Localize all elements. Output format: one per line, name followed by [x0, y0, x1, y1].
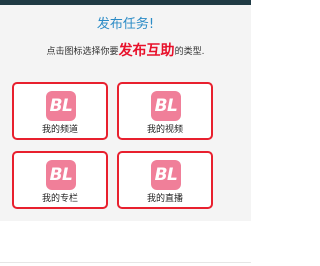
option-label: 我的直播: [146, 194, 183, 204]
bilibili-icon: BL: [46, 160, 76, 190]
option-my-video[interactable]: BL 我的视频: [117, 82, 213, 140]
bilibili-icon: BL: [46, 91, 76, 121]
option-my-column[interactable]: BL 我的专栏: [12, 151, 108, 209]
instruction-text: 点击图标选择你要发布互助的类型.: [0, 43, 251, 60]
bilibili-icon: BL: [151, 160, 181, 190]
divider: [0, 262, 251, 263]
option-label: 我的视频: [146, 125, 183, 135]
instruction-suffix: 的类型.: [174, 47, 205, 57]
option-my-live[interactable]: BL 我的直播: [117, 151, 213, 209]
option-label: 我的专栏: [41, 194, 78, 204]
instruction-emphasis: 发布互助: [118, 43, 175, 59]
bilibili-icon: BL: [151, 91, 181, 121]
option-label: 我的频道: [41, 125, 78, 135]
page-title: 发布任务!: [96, 17, 155, 32]
option-my-channel[interactable]: BL 我的频道: [12, 82, 108, 140]
instruction-prefix: 点击图标选择你要: [46, 47, 119, 57]
